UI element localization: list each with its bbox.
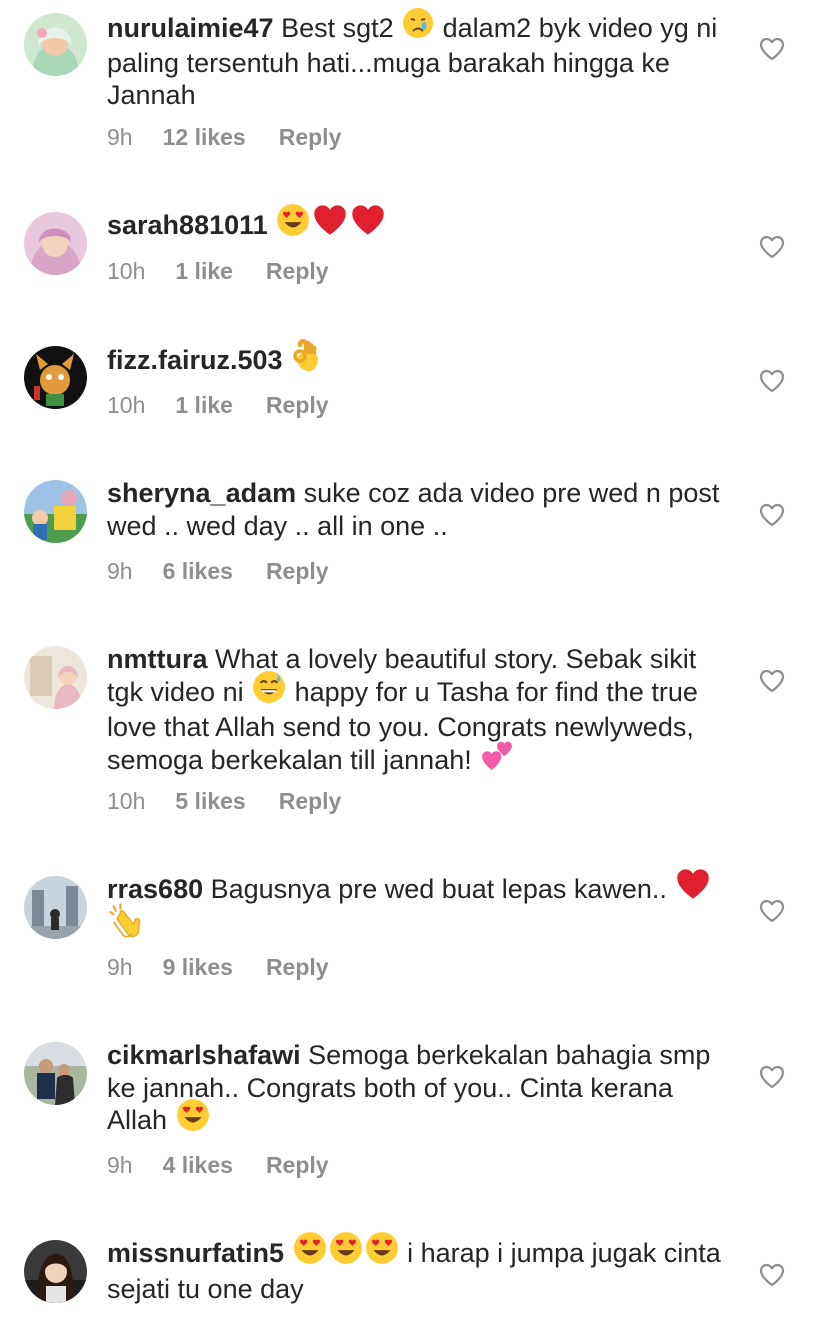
comment-meta: 9h 4 likes Reply xyxy=(107,1152,329,1179)
comment-text: sarah881011 xyxy=(107,204,727,245)
avatar[interactable] xyxy=(24,346,87,409)
likes-count[interactable]: 4 likes xyxy=(163,1152,233,1179)
likes-count[interactable]: 5 likes xyxy=(175,788,245,815)
likes-count[interactable]: 12 likes xyxy=(163,124,246,151)
timestamp: 9h xyxy=(107,558,133,584)
red-heart-emoji xyxy=(675,867,711,909)
timestamp: 10h xyxy=(107,258,146,284)
red-heart-emoji xyxy=(312,203,348,245)
reply-button[interactable]: Reply xyxy=(266,558,329,585)
likes-count[interactable]: 1 like xyxy=(175,258,233,285)
heart-eyes-face-emoji xyxy=(293,1231,327,1273)
likes-count[interactable]: 1 like xyxy=(175,392,233,419)
comment-text: nurulaimie47 Best sgt2 dalam2 byk video … xyxy=(107,8,727,112)
avatar[interactable] xyxy=(24,13,87,76)
heart-outline-icon[interactable] xyxy=(759,37,785,61)
comment-text: missnurfatin5 i harap i jumpa jugak cint… xyxy=(107,1232,727,1305)
username[interactable]: missnurfatin5 xyxy=(107,1238,284,1268)
heart-outline-icon[interactable] xyxy=(759,1263,785,1287)
ok-hand-emoji xyxy=(291,337,323,381)
comment-body xyxy=(284,1238,292,1268)
heart-eyes-face-emoji xyxy=(365,1231,399,1273)
timestamp: 10h xyxy=(107,392,146,418)
reply-button[interactable]: Reply xyxy=(279,124,342,151)
timestamp: 9h xyxy=(107,124,133,150)
clapping-hands-emoji xyxy=(108,902,144,947)
likes-count[interactable]: 6 likes xyxy=(163,558,233,585)
username[interactable]: fizz.fairuz.503 xyxy=(107,345,283,375)
comment-body: Best sgt2 xyxy=(273,13,402,43)
comment-text: nmttura What a lovely beautiful story. S… xyxy=(107,643,727,779)
reply-button[interactable]: Reply xyxy=(266,1152,329,1179)
reply-button[interactable]: Reply xyxy=(266,954,329,981)
comment-body xyxy=(283,345,291,375)
heart-outline-icon[interactable] xyxy=(759,369,785,393)
heart-eyes-face-emoji xyxy=(176,1098,210,1140)
avatar[interactable] xyxy=(24,1240,87,1303)
comment-meta: 9h 12 likes Reply xyxy=(107,124,341,151)
comment-meta: 9h 9 likes Reply xyxy=(107,954,329,981)
comment-text: sheryna_adam suke coz ada video pre wed … xyxy=(107,477,727,542)
comment-meta: 10h 1 like Reply xyxy=(107,392,329,419)
heart-outline-icon[interactable] xyxy=(759,1065,785,1089)
heart-outline-icon[interactable] xyxy=(759,899,785,923)
comment-meta: 9h 6 likes Reply xyxy=(107,558,329,585)
heart-outline-icon[interactable] xyxy=(759,503,785,527)
reply-button[interactable]: Reply xyxy=(266,258,329,285)
username[interactable]: rras680 xyxy=(107,874,203,904)
timestamp: 9h xyxy=(107,954,133,980)
avatar[interactable] xyxy=(24,646,87,709)
username[interactable]: nurulaimie47 xyxy=(107,13,274,43)
reply-button[interactable]: Reply xyxy=(279,788,342,815)
heart-outline-icon[interactable] xyxy=(759,669,785,693)
comment-body: Bagusnya pre wed buat lepas kawen.. xyxy=(203,874,675,904)
red-heart-emoji xyxy=(350,203,386,245)
avatar[interactable] xyxy=(24,1042,87,1105)
heart-eyes-face-emoji xyxy=(276,203,310,245)
reply-button[interactable]: Reply xyxy=(266,392,329,419)
avatar[interactable] xyxy=(24,212,87,275)
comment-body xyxy=(268,210,276,240)
comment-text: cikmarlshafawi Semoga berkekalan bahagia… xyxy=(107,1039,727,1140)
avatar[interactable] xyxy=(24,480,87,543)
likes-count[interactable]: 9 likes xyxy=(163,954,233,981)
username[interactable]: sheryna_adam xyxy=(107,478,296,508)
username[interactable]: cikmarlshafawi xyxy=(107,1040,301,1070)
comment-text: fizz.fairuz.503 xyxy=(107,339,727,381)
comment-text: rras680 Bagusnya pre wed buat lepas kawe… xyxy=(107,869,727,947)
timestamp: 9h xyxy=(107,1152,133,1178)
timestamp: 10h xyxy=(107,788,146,814)
username[interactable]: sarah881011 xyxy=(107,210,268,240)
sweat-smile-face-emoji xyxy=(252,670,286,712)
comment-meta: 10h 1 like Reply xyxy=(107,258,329,285)
avatar[interactable] xyxy=(24,876,87,939)
comment-meta: 10h 5 likes Reply xyxy=(107,788,341,815)
crying-face-emoji xyxy=(402,7,434,47)
username[interactable]: nmttura xyxy=(107,644,208,674)
heart-outline-icon[interactable] xyxy=(759,235,785,259)
heart-eyes-face-emoji xyxy=(329,1231,363,1273)
two-hearts-emoji xyxy=(480,738,514,780)
